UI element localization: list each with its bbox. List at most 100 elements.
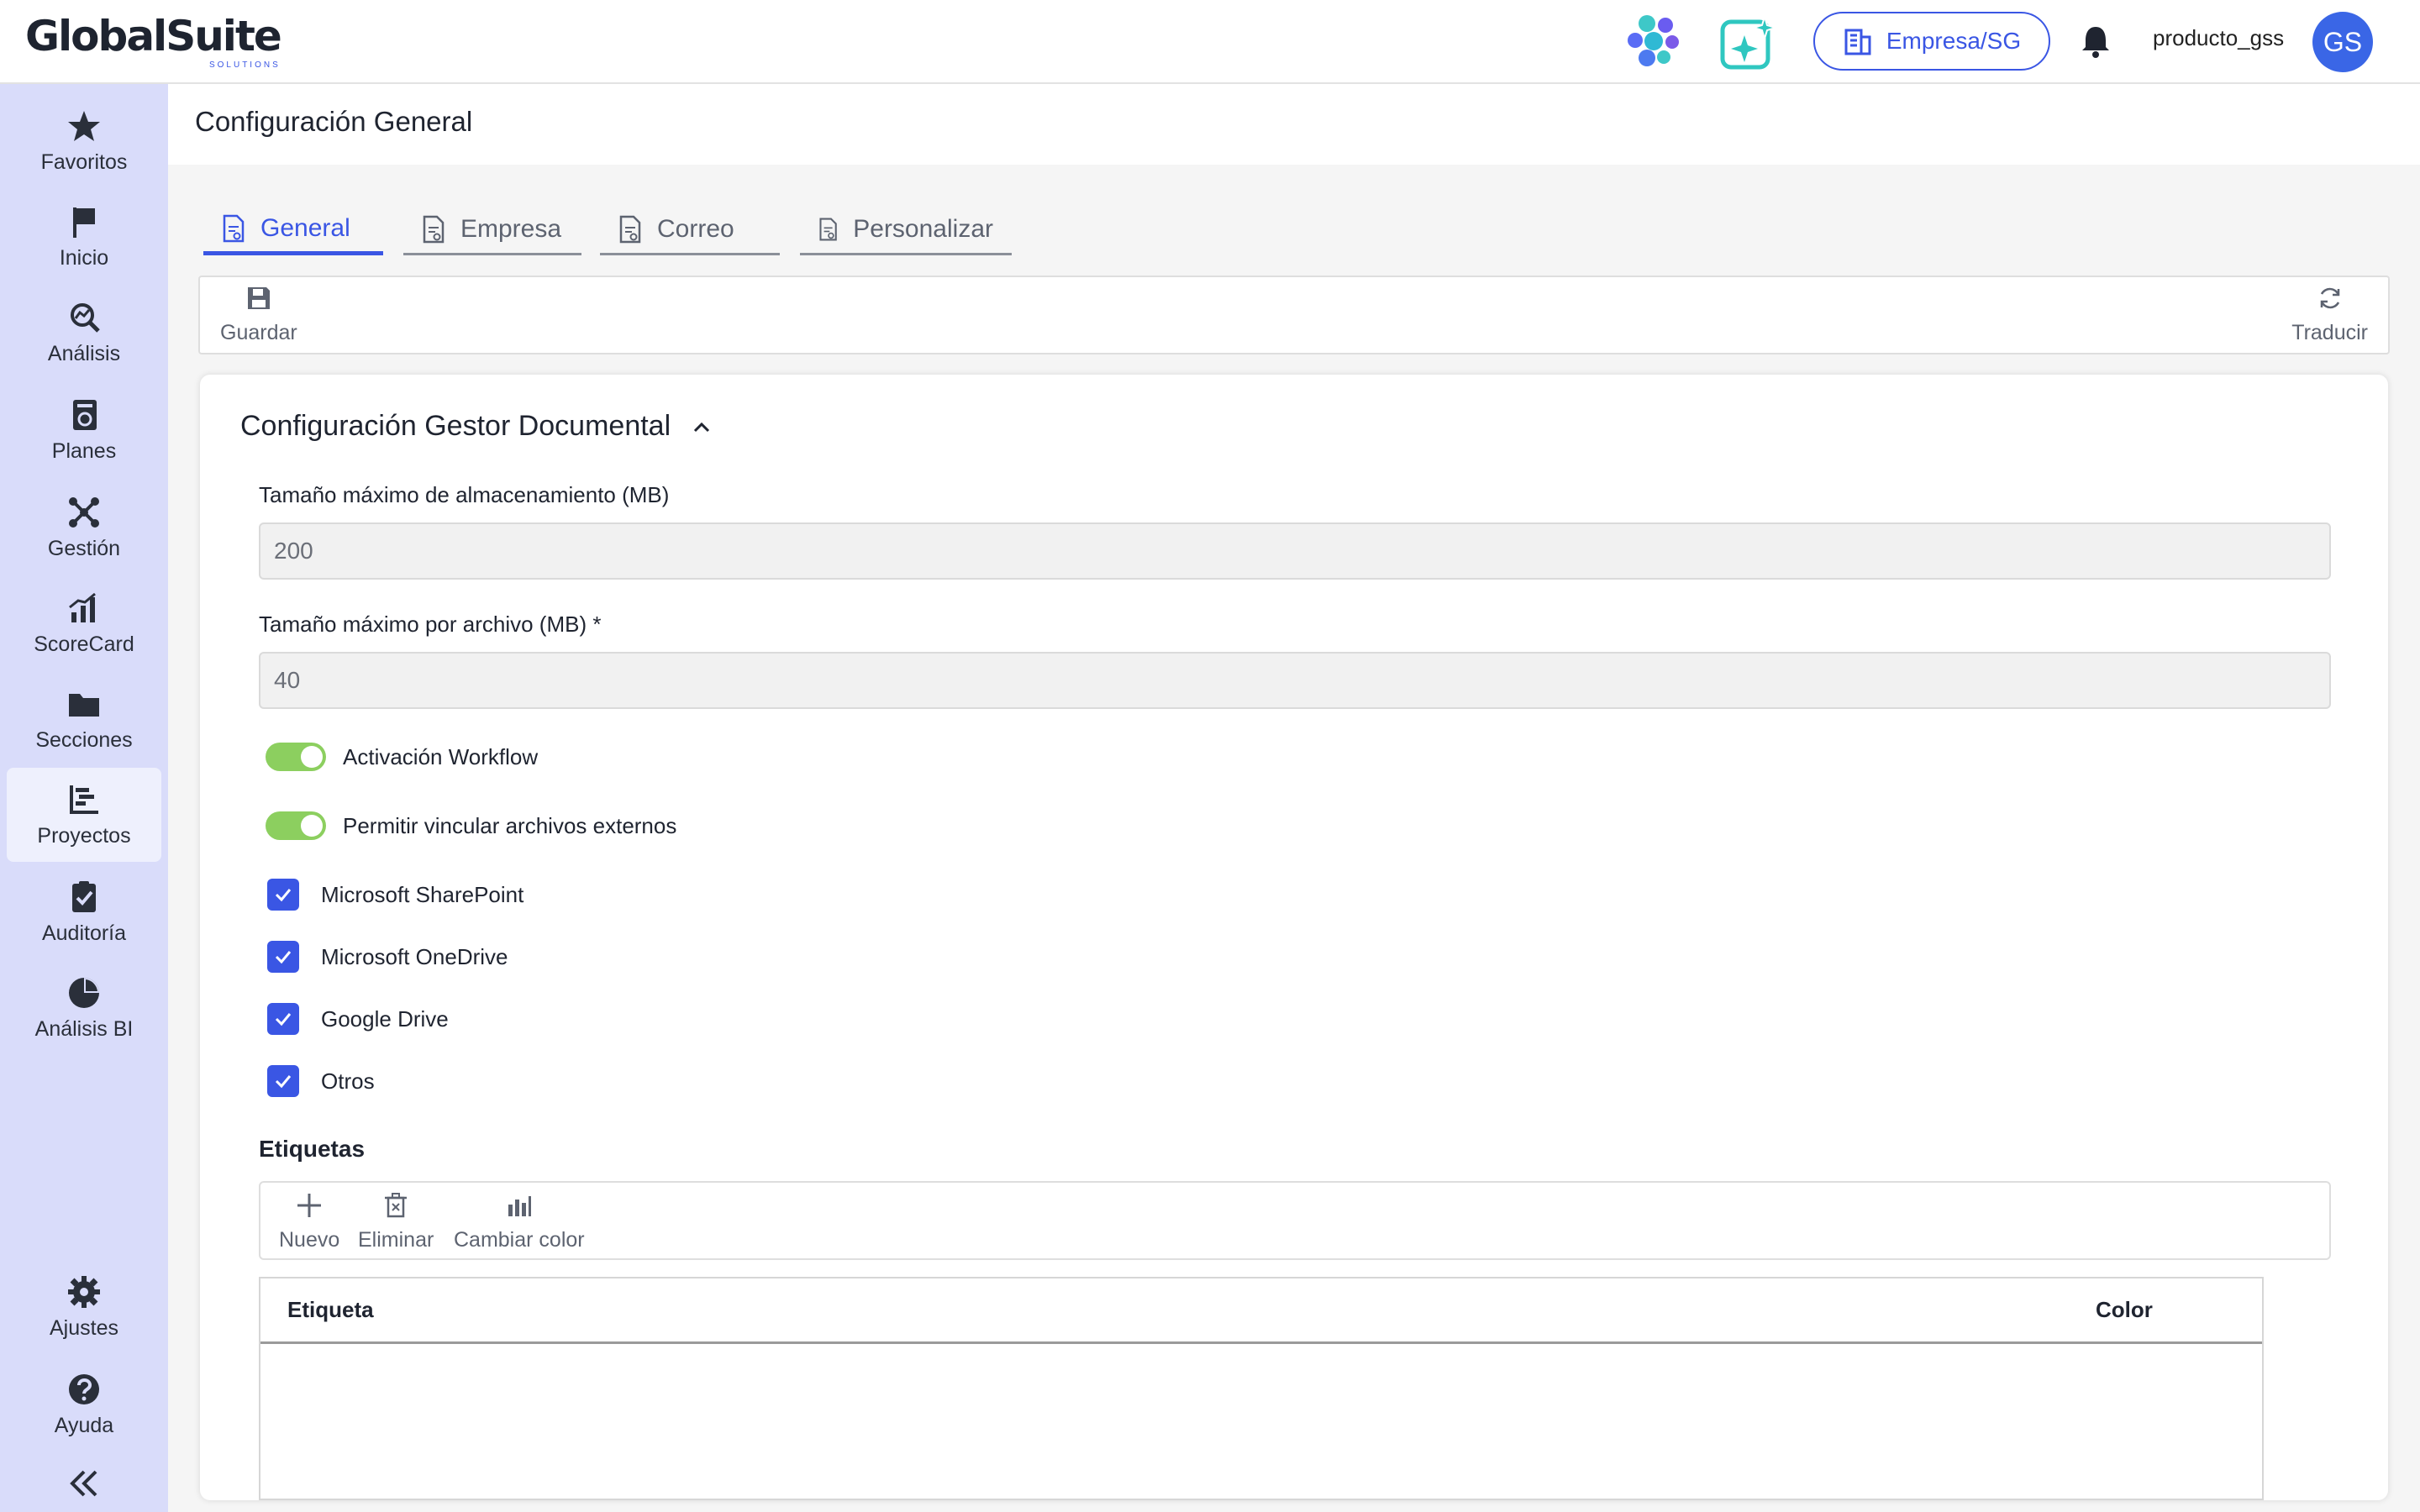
sidebar-item-secciones[interactable]: Secciones [7,672,161,766]
plus-icon [297,1194,322,1217]
save-button[interactable]: Guardar [220,284,297,345]
refresh-icon [2320,287,2339,309]
plans-icon [73,399,97,430]
max-file-input[interactable] [259,652,2331,709]
checkmark-icon [275,889,292,902]
tags-title: Etiquetas [259,1136,366,1162]
sidebar-item-label: Ajustes [50,1315,118,1340]
top-bar: GlobalSuite SOLUTIONS Empresa/SG product… [0,0,2420,84]
document-icon [223,214,245,242]
sidebar-item-ayuda[interactable]: Ayuda [7,1357,161,1452]
gantt-icon [70,785,98,814]
sidebar-item-ajustes[interactable]: Ajustes [7,1260,161,1354]
tab-label: Personalizar [853,214,993,243]
tab-label: Empresa [460,214,562,243]
chevron-up-icon[interactable] [691,418,713,435]
star-icon [68,110,100,141]
provider-sharepoint-row: Microsoft SharePoint [267,879,523,911]
sidebar-item-label: Ayuda [54,1413,114,1437]
sparkle-icon[interactable] [1719,13,1780,71]
external-links-toggle-row: Permitir vincular archivos externos [266,811,676,840]
onedrive-checkbox[interactable] [267,941,299,973]
tags-table: Etiqueta Color [259,1277,2264,1500]
max-file-label: Tamaño máximo por archivo (MB) * [259,612,602,637]
ai-assistant-icon[interactable] [1625,13,1682,69]
google-drive-checkbox[interactable] [267,1003,299,1035]
provider-google-drive-row: Google Drive [267,1003,449,1035]
workflow-label: Activación Workflow [343,743,539,769]
sidebar-item-analisis-bi[interactable]: Análisis BI [7,961,161,1055]
color-bars-icon [508,1196,531,1216]
save-icon [247,287,270,309]
otros-label: Otros [321,1068,375,1094]
sharepoint-checkbox[interactable] [267,879,299,911]
sidebar-item-proyectos[interactable]: Proyectos [7,768,161,862]
translate-label: Traducir [2291,321,2368,344]
new-tag-button[interactable]: Nuevo [279,1191,339,1252]
main-toolbar: Guardar Traducir [198,276,2390,354]
tags-toolbar: Nuevo Eliminar Cambiar color [259,1181,2331,1260]
max-storage-input[interactable] [259,522,2331,580]
clipboard-check-icon [72,880,96,912]
workflow-toggle[interactable] [266,743,326,771]
tab-personalizar[interactable]: Personalizar [800,205,1012,255]
sidebar-item-label: Análisis BI [34,1016,134,1041]
sidebar-item-label: Gestión [47,536,121,560]
tab-general[interactable]: General [203,205,383,255]
flag-icon [73,207,95,238]
google-drive-label: Google Drive [321,1005,449,1032]
notifications-bell-icon[interactable] [2079,24,2112,59]
tab-label: Correo [657,214,734,243]
provider-otros-row: Otros [267,1065,375,1097]
sidebar-item-label: Proyectos [37,823,131,848]
sidebar-item-scorecard[interactable]: ScoreCard [7,576,161,670]
document-icon [423,215,445,243]
bar-chart-icon [69,592,96,622]
page-header: Configuración General [168,84,2420,165]
sidebar-item-favoritos[interactable]: Favoritos [7,94,161,188]
otros-checkbox[interactable] [267,1065,299,1097]
sidebar-item-planes[interactable]: Planes [7,383,161,477]
checkmark-icon [275,1013,292,1026]
change-color-button[interactable]: Cambiar color [454,1191,585,1252]
new-label: Nuevo [279,1228,340,1252]
page-title: Configuración General [195,106,473,137]
delete-label: Eliminar [358,1228,434,1252]
document-manager-card: Configuración Gestor Documental Tamaño m… [200,375,2388,1500]
sidebar-item-gestion[interactable]: Gestión [7,480,161,575]
sharepoint-label: Microsoft SharePoint [321,881,524,907]
sidebar-item-auditoria[interactable]: Auditoría [7,865,161,959]
collapse-sidebar-icon[interactable] [67,1468,101,1499]
save-label: Guardar [220,321,297,344]
column-header-etiqueta[interactable]: Etiqueta [287,1297,374,1323]
external-links-toggle[interactable] [266,811,326,840]
logo-subtitle: SOLUTIONS [208,60,281,70]
sidebar: Favoritos Inicio Análisis Planes Gestión… [0,84,168,1512]
section-header[interactable]: Configuración Gestor Documental [240,410,713,443]
network-icon [69,496,99,528]
workflow-toggle-row: Activación Workflow [266,743,538,771]
translate-button[interactable]: Traducir [2291,284,2368,345]
sidebar-item-label: Planes [51,438,117,463]
column-header-color[interactable]: Color [2096,1297,2153,1323]
external-links-label: Permitir vincular archivos externos [343,812,677,838]
company-selector-button[interactable]: Empresa/SG [1813,12,2050,71]
sidebar-item-label: Inicio [59,245,109,270]
sidebar-item-inicio[interactable]: Inicio [7,190,161,284]
trash-icon [385,1193,408,1218]
tab-correo[interactable]: Correo [600,205,780,255]
section-title: Configuración Gestor Documental [240,410,671,442]
username[interactable]: producto_gss [2153,25,2284,51]
document-icon [819,218,837,240]
change-color-label: Cambiar color [454,1228,585,1252]
analysis-icon [71,302,100,333]
tab-empresa[interactable]: Empresa [403,205,581,255]
globalsuite-logo[interactable]: GlobalSuite SOLUTIONS [25,10,282,70]
checkmark-icon [275,951,292,964]
company-label: Empresa/SG [1886,28,2022,54]
delete-tag-button[interactable]: Eliminar [358,1191,434,1252]
folder-icon [69,693,99,717]
sidebar-item-analisis[interactable]: Análisis [7,286,161,380]
user-avatar[interactable]: GS [2312,12,2373,72]
pie-chart-icon [69,977,99,1008]
